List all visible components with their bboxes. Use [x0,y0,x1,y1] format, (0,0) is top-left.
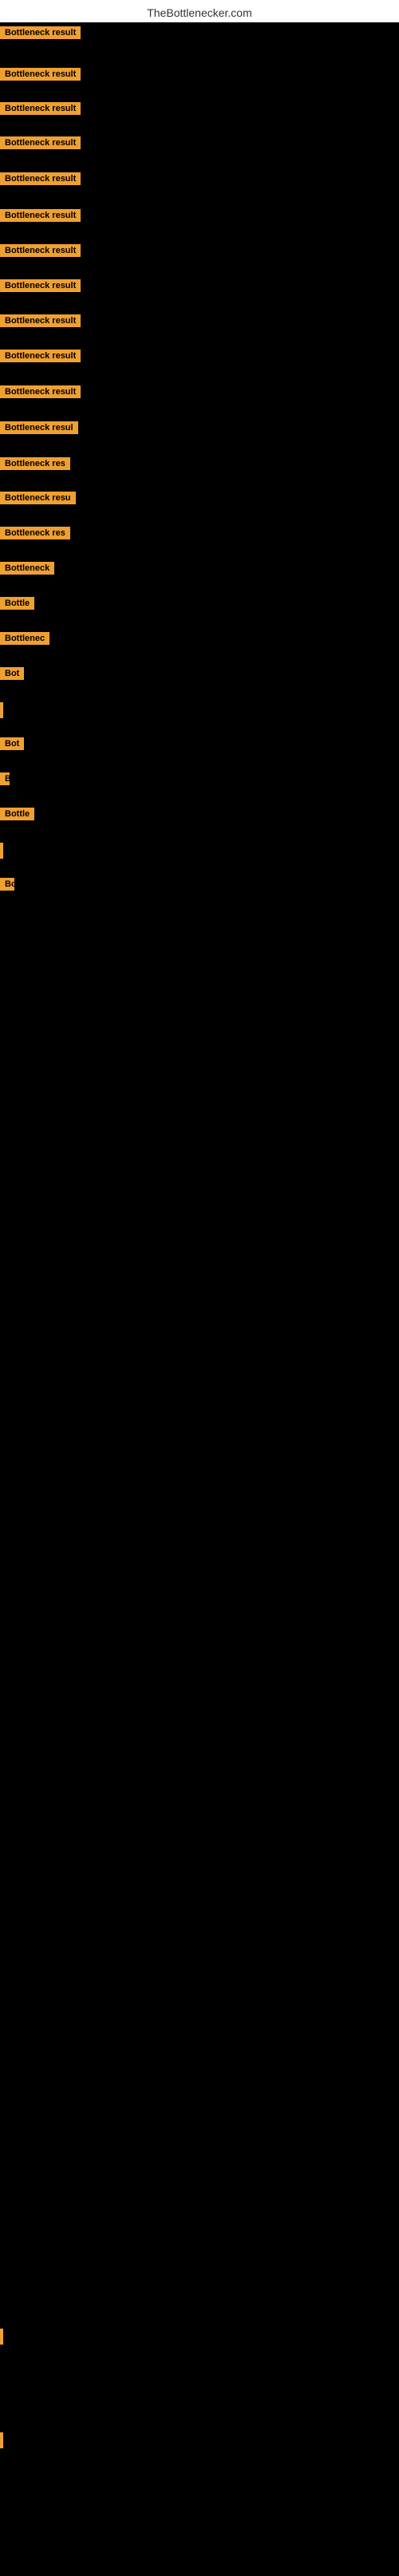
bottleneck-badge: Bot [0,737,24,750]
bottleneck-badge: Bottlenec [0,632,49,645]
bottleneck-badge: Bottleneck resu [0,492,76,504]
bottleneck-badge: Bottleneck result [0,314,81,327]
bottleneck-badge [0,843,3,859]
bottleneck-badge: Bottleneck result [0,102,81,115]
bottleneck-badge [0,2432,3,2448]
bottleneck-badge: Bot [0,667,24,680]
bottleneck-badge: Bottleneck resul [0,421,78,434]
site-title: TheBottlenecker.com [0,0,399,22]
bottleneck-badge: Bo [0,878,14,891]
bottleneck-badge: B [0,772,10,785]
bottleneck-badge: Bottleneck result [0,244,81,257]
bottleneck-badge: Bottleneck result [0,350,81,362]
bottleneck-badge: Bottleneck result [0,172,81,185]
bottleneck-badge: Bottleneck result [0,279,81,292]
bottleneck-badge: Bottleneck result [0,136,81,149]
bottleneck-badge [0,702,3,718]
bottleneck-badge: Bottleneck res [0,527,70,539]
bottleneck-badge [0,2329,3,2345]
bottleneck-badge: Bottleneck result [0,68,81,81]
bottleneck-badge: Bottleneck result [0,385,81,398]
bottleneck-badge: Bottle [0,597,34,610]
bottleneck-badge: Bottleneck res [0,457,70,470]
bottleneck-badge: Bottleneck result [0,26,81,39]
bottleneck-badge: Bottleneck result [0,209,81,222]
bottleneck-badge: Bottle [0,808,34,820]
bottleneck-badge: Bottleneck [0,562,54,575]
